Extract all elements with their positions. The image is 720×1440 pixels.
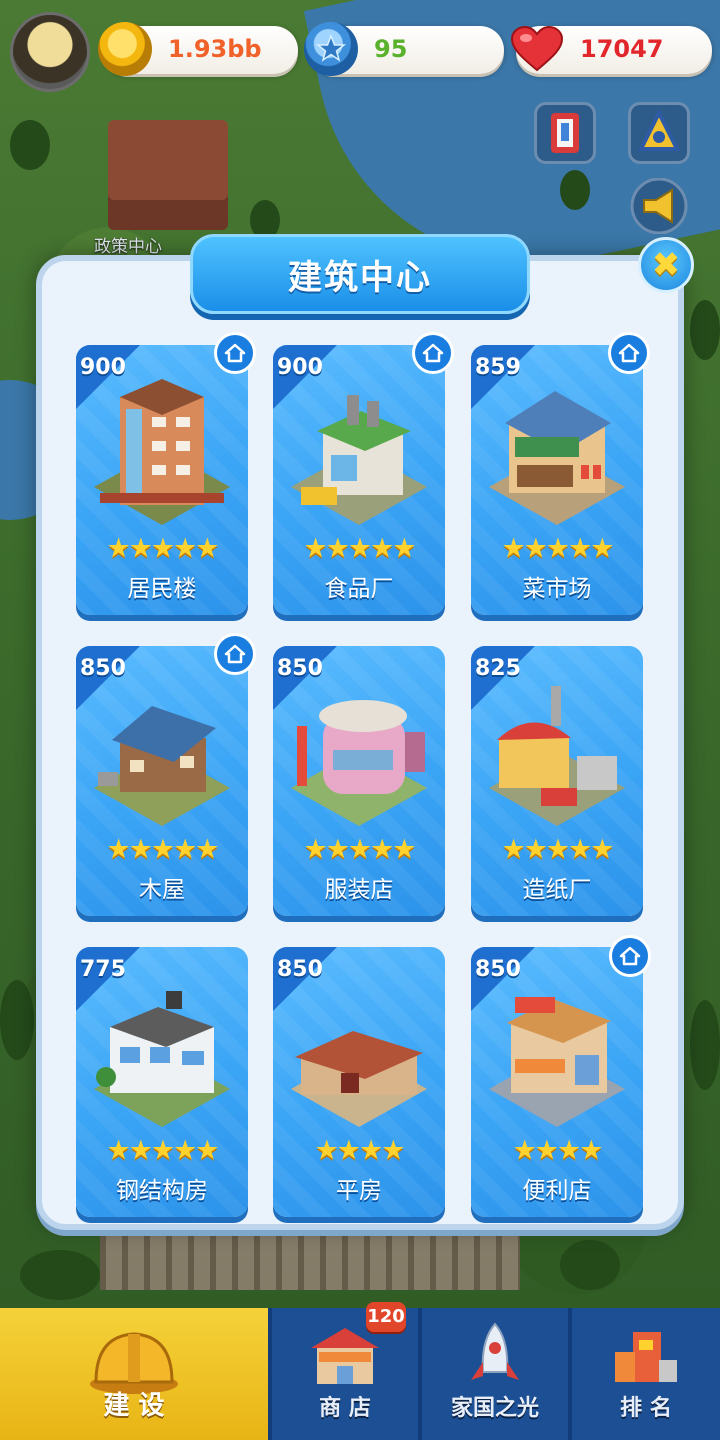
nav-ranking-label: 排 名 <box>620 1396 672 1421</box>
card-name: 造纸厂 <box>522 877 592 903</box>
gem-value: 95 <box>374 35 408 63</box>
bungalow-art <box>291 1031 427 1127</box>
home-icon <box>412 332 454 374</box>
nav-tab-homeland[interactable]: 家国之光 <box>422 1308 568 1440</box>
railway <box>100 1230 520 1290</box>
tree <box>10 120 50 170</box>
close-button[interactable]: ✖ <box>638 237 694 293</box>
building-card-steel-house[interactable]: 775 ★★★★★ 钢结构房 <box>76 947 248 1217</box>
tree <box>560 170 590 210</box>
food-factory-art <box>291 395 427 525</box>
star-rating: ★★★★★ <box>106 533 219 564</box>
building-card-food-factory[interactable]: 900 ★★★★★ 食品厂 <box>273 345 445 615</box>
gold-counter[interactable]: 1.93bb <box>98 22 298 76</box>
event-icon[interactable] <box>534 102 596 164</box>
panel-title-banner: 建筑中心 <box>190 234 530 314</box>
card-name: 服装店 <box>324 877 394 903</box>
star-rating: ★★★★ <box>512 1135 604 1166</box>
tree <box>690 1000 720 1090</box>
nav-shop-label: 商 店 <box>319 1396 371 1421</box>
card-name: 钢结构房 <box>116 1178 208 1204</box>
star-rating: ★★★★★ <box>106 834 219 865</box>
gem-counter[interactable]: 95 <box>304 22 504 76</box>
star-rating: ★★★★★ <box>501 834 614 865</box>
heart-value: 17047 <box>580 35 664 63</box>
steel-house-art <box>94 991 230 1127</box>
nav-homeland-label: 家国之光 <box>450 1396 539 1421</box>
tree <box>20 1250 100 1300</box>
paper-mill-art <box>489 686 625 826</box>
convenience-store-art <box>489 997 625 1127</box>
star-rating: ★★★★★ <box>106 1135 219 1166</box>
megaphone-icon[interactable] <box>628 177 690 235</box>
gold-coin-icon <box>98 22 152 76</box>
policy-center-building[interactable] <box>108 120 228 230</box>
nav-tab-ranking[interactable]: 排 名 <box>572 1308 720 1440</box>
tree <box>0 980 34 1060</box>
rocket-icon <box>471 1322 519 1380</box>
home-icon <box>608 332 650 374</box>
card-name: 居民楼 <box>127 576 197 602</box>
wooden-house-art <box>94 706 230 826</box>
building-card-market[interactable]: 859 ★★★★★ 菜市场 <box>471 345 643 615</box>
building-card-clothing-store[interactable]: 850 ★★★★★ 服装店 <box>273 646 445 916</box>
close-icon: ✖ <box>651 245 681 285</box>
building-card-convenience-store[interactable]: 850 ★★★★ 便利店 <box>471 947 643 1217</box>
blue-star-coin-icon <box>304 22 358 76</box>
star-rating: ★★★★★ <box>303 533 416 564</box>
building-card-wooden-house[interactable]: 850 ★★★★★ 木屋 <box>76 646 248 916</box>
tree <box>560 1240 620 1290</box>
star-rating: ★★★★★ <box>303 834 416 865</box>
residential-building-art <box>94 379 230 525</box>
mission-icon[interactable] <box>628 102 690 164</box>
building-card-bungalow[interactable]: 850 ★★★★ 平房 <box>273 947 445 1217</box>
clothing-store-art <box>291 700 427 826</box>
star-rating: ★★★★★ <box>501 533 614 564</box>
nav-build-label: 建 设 <box>103 1391 165 1421</box>
heart-icon <box>510 22 564 76</box>
star-rating: ★★★★ <box>314 1135 406 1166</box>
card-name: 木屋 <box>139 877 185 903</box>
card-name: 便利店 <box>522 1178 592 1204</box>
card-name: 菜市场 <box>522 576 592 602</box>
shop-notification-badge: 120 <box>366 1302 406 1332</box>
building-card-paper-mill[interactable]: 825 ★★★★★ 造纸厂 <box>471 646 643 916</box>
policy-center-label: 政策中心 <box>94 237 162 257</box>
market-art <box>489 391 625 525</box>
home-icon <box>214 633 256 675</box>
card-name: 食品厂 <box>324 576 394 602</box>
home-icon <box>214 332 256 374</box>
heart-counter[interactable]: 17047 <box>510 26 712 74</box>
card-name: 平房 <box>336 1178 382 1204</box>
home-icon <box>609 935 651 977</box>
nav-tab-build[interactable]: 建 设 <box>0 1308 268 1440</box>
ranking-podium-icon <box>615 1332 677 1382</box>
building-card-residential[interactable]: 900 ★★★★★ 居民楼 <box>76 345 248 615</box>
tree <box>690 300 720 360</box>
panel-title: 建筑中心 <box>288 257 432 298</box>
player-avatar[interactable] <box>10 12 90 92</box>
gold-value: 1.93bb <box>168 35 262 63</box>
